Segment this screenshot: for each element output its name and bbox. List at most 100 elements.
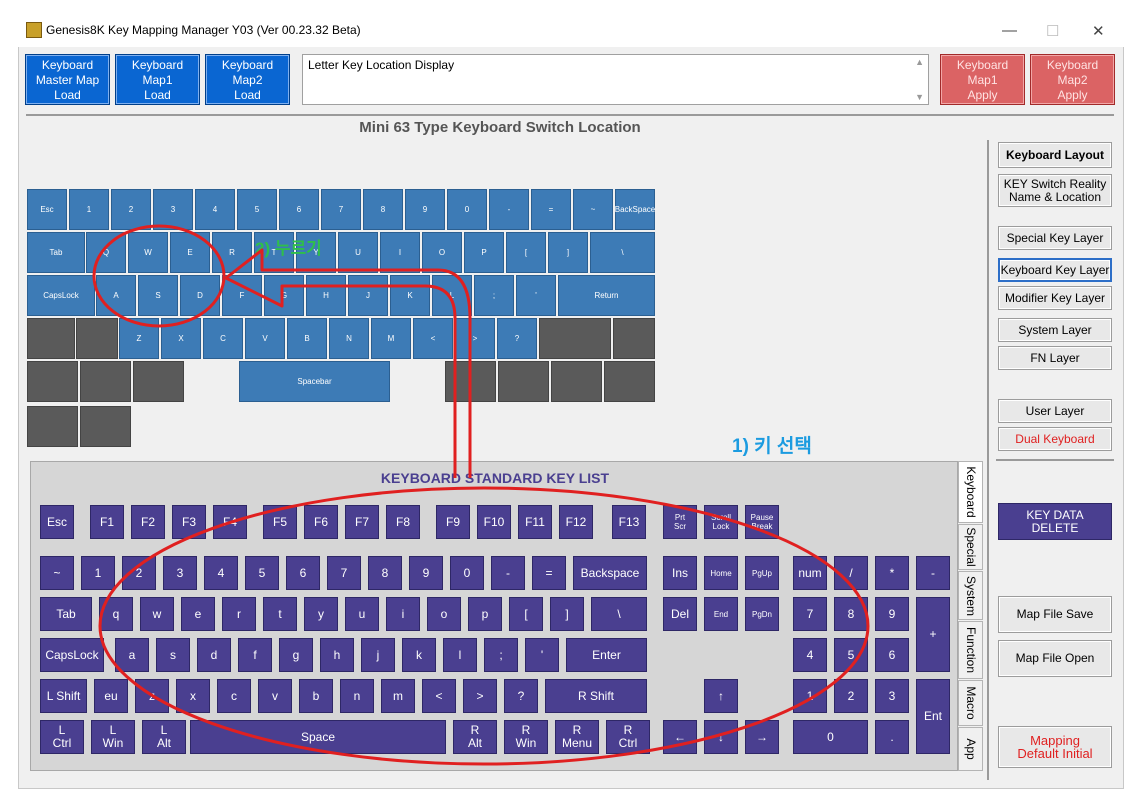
layout-key-empty[interactable] xyxy=(604,361,655,402)
layout-key-q[interactable]: Q xyxy=(86,232,126,273)
layout-key-f[interactable]: F xyxy=(222,275,262,316)
std-key-m[interactable]: m xyxy=(381,679,415,713)
std-key-ins[interactable]: Ins xyxy=(663,556,697,590)
layout-key-empty[interactable] xyxy=(27,318,75,359)
tab-special[interactable]: Special xyxy=(958,524,983,570)
layout-key-symbol[interactable]: > xyxy=(455,318,495,359)
key-switch-reality-button[interactable]: KEY Switch Reality Name & Location xyxy=(998,174,1112,207)
std-key-symbol[interactable]: = xyxy=(532,556,566,590)
std-key-symbol[interactable]: → xyxy=(745,720,779,754)
std-key-5[interactable]: 5 xyxy=(245,556,279,590)
std-key-symbol[interactable]: - xyxy=(916,556,950,590)
layout-key-g[interactable]: G xyxy=(264,275,304,316)
std-key-eu[interactable]: eu xyxy=(94,679,128,713)
layout-key-1[interactable]: 1 xyxy=(69,189,109,230)
layout-key-m[interactable]: M xyxy=(371,318,411,359)
std-key-tab[interactable]: Tab xyxy=(40,597,92,631)
std-key-5[interactable]: 5 xyxy=(834,638,868,672)
layout-key-h[interactable]: H xyxy=(306,275,346,316)
std-key-j[interactable]: j xyxy=(361,638,395,672)
layout-key-b[interactable]: B xyxy=(287,318,327,359)
fn-layer-button[interactable]: FN Layer xyxy=(998,346,1112,370)
std-key-q[interactable]: q xyxy=(99,597,133,631)
std-key-8[interactable]: 8 xyxy=(834,597,868,631)
std-key-d[interactable]: d xyxy=(197,638,231,672)
std-key-r-alt[interactable]: R Alt xyxy=(453,720,497,754)
std-key-f7[interactable]: F7 xyxy=(345,505,379,539)
std-key-symbol[interactable]: \ xyxy=(591,597,647,631)
std-key-symbol[interactable]: - xyxy=(491,556,525,590)
std-key-space[interactable]: Space xyxy=(190,720,446,754)
std-key-symbol[interactable]: ↓ xyxy=(704,720,738,754)
layout-key-e[interactable]: E xyxy=(170,232,210,273)
special-key-layer-button[interactable]: Special Key Layer xyxy=(998,226,1112,250)
std-key-6[interactable]: 6 xyxy=(286,556,320,590)
std-key-4[interactable]: 4 xyxy=(793,638,827,672)
keyboard-layout-button[interactable]: Keyboard Layout xyxy=(998,142,1112,168)
std-key-g[interactable]: g xyxy=(279,638,313,672)
dual-keyboard-button[interactable]: Dual Keyboard xyxy=(998,427,1112,451)
std-key-f9[interactable]: F9 xyxy=(436,505,470,539)
std-key-9[interactable]: 9 xyxy=(409,556,443,590)
std-key-9[interactable]: 9 xyxy=(875,597,909,631)
std-key-symbol[interactable]: ' xyxy=(525,638,559,672)
close-button[interactable]: ✕ xyxy=(1092,22,1105,40)
std-key-pause-break[interactable]: Pause Break xyxy=(745,505,779,539)
std-key-c[interactable]: c xyxy=(217,679,251,713)
std-key-symbol[interactable]: ~ xyxy=(40,556,74,590)
layout-key-symbol[interactable]: = xyxy=(531,189,571,230)
std-key-l-win[interactable]: L Win xyxy=(91,720,135,754)
std-key-symbol[interactable]: . xyxy=(875,720,909,754)
std-key-symbol[interactable]: / xyxy=(834,556,868,590)
std-key-del[interactable]: Del xyxy=(663,597,697,631)
layout-key-i[interactable]: I xyxy=(380,232,420,273)
std-key-symbol[interactable]: ← xyxy=(663,720,697,754)
std-key-f5[interactable]: F5 xyxy=(263,505,297,539)
layout-key-r[interactable]: R xyxy=(212,232,252,273)
std-key-symbol[interactable]: ] xyxy=(550,597,584,631)
std-key-3[interactable]: 3 xyxy=(163,556,197,590)
std-key-1[interactable]: 1 xyxy=(793,679,827,713)
keyboard-map2-load-button[interactable]: Keyboard Map2 Load xyxy=(205,54,290,105)
std-key-2[interactable]: 2 xyxy=(122,556,156,590)
std-key-symbol[interactable]: [ xyxy=(509,597,543,631)
std-key-l[interactable]: l xyxy=(443,638,477,672)
layout-key-j[interactable]: J xyxy=(348,275,388,316)
tab-app[interactable]: App xyxy=(958,727,983,771)
layout-key-backspace[interactable]: BackSpace xyxy=(615,189,655,230)
layout-key-5[interactable]: 5 xyxy=(237,189,277,230)
std-key-7[interactable]: 7 xyxy=(327,556,361,590)
std-key-0[interactable]: 0 xyxy=(450,556,484,590)
std-key-f11[interactable]: F11 xyxy=(518,505,552,539)
std-key-enter[interactable]: Enter xyxy=(566,638,647,672)
layout-key-return[interactable]: Return xyxy=(558,275,655,316)
keyboard-master-map-load-button[interactable]: Keyboard Master Map Load xyxy=(25,54,110,105)
tab-macro[interactable]: Macro xyxy=(958,680,983,726)
std-key-f6[interactable]: F6 xyxy=(304,505,338,539)
std-key-prt-scr[interactable]: Prt Scr xyxy=(663,505,697,539)
std-key-l-shift[interactable]: L Shift xyxy=(40,679,87,713)
std-key-6[interactable]: 6 xyxy=(875,638,909,672)
layout-key-0[interactable]: 0 xyxy=(447,189,487,230)
keyboard-key-layer-button[interactable]: Keyboard Key Layer xyxy=(998,258,1112,282)
std-key-f[interactable]: f xyxy=(238,638,272,672)
layout-key-empty[interactable] xyxy=(80,406,131,447)
std-key-o[interactable]: o xyxy=(427,597,461,631)
layout-key-symbol[interactable]: ] xyxy=(548,232,588,273)
std-key-l-ctrl[interactable]: L Ctrl xyxy=(40,720,84,754)
std-key-symbol[interactable]: < xyxy=(422,679,456,713)
user-layer-button[interactable]: User Layer xyxy=(998,399,1112,423)
layout-key-empty[interactable] xyxy=(76,318,118,359)
layout-key-a[interactable]: A xyxy=(96,275,136,316)
std-key-x[interactable]: x xyxy=(176,679,210,713)
layout-key-v[interactable]: V xyxy=(245,318,285,359)
layout-key-empty[interactable] xyxy=(539,318,611,359)
std-key-esc[interactable]: Esc xyxy=(40,505,74,539)
std-key-f12[interactable]: F12 xyxy=(559,505,593,539)
layout-key-symbol[interactable]: - xyxy=(489,189,529,230)
layout-key-capslock[interactable]: CapsLock xyxy=(27,275,95,316)
modifier-key-layer-button[interactable]: Modifier Key Layer xyxy=(998,286,1112,310)
std-key-pgdn[interactable]: PgDn xyxy=(745,597,779,631)
layout-key-l[interactable]: L xyxy=(432,275,472,316)
maximize-button[interactable]: ☐ xyxy=(1046,22,1059,40)
